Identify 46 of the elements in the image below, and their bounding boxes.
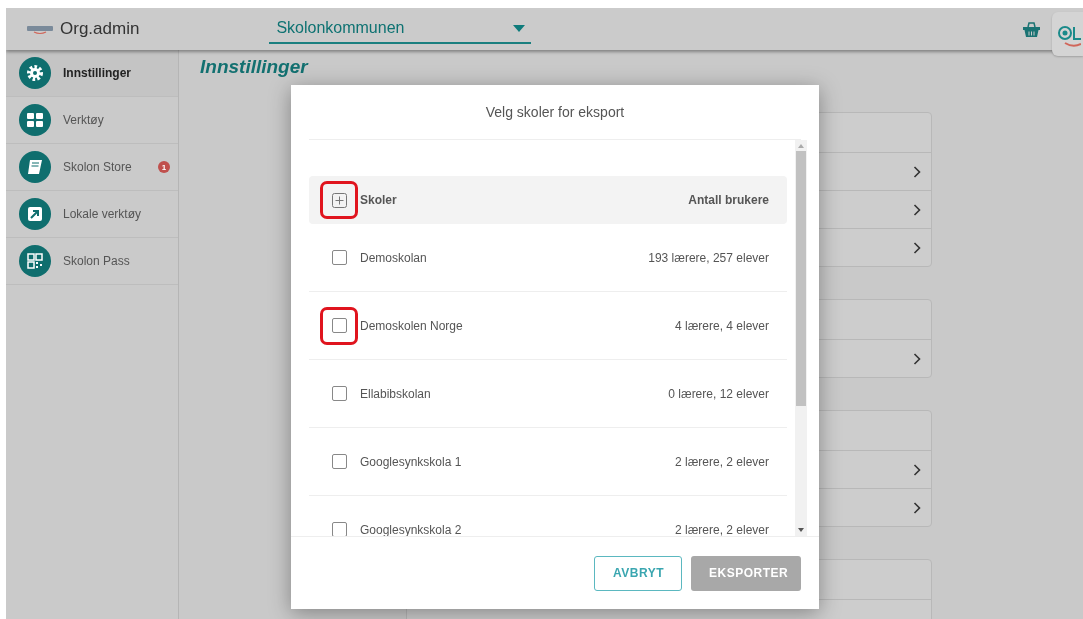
caret-icon (513, 24, 526, 32)
chevron-right-icon[interactable] (913, 241, 921, 254)
page-title: Innstillinger (200, 56, 310, 78)
chevron-right-icon[interactable] (913, 352, 921, 365)
cancel-button[interactable]: AVBRYT (594, 555, 682, 591)
scrollbar[interactable] (795, 140, 807, 536)
sidebar-item[interactable]: Innstillinger (6, 50, 178, 97)
column-header: Skoler (360, 193, 397, 207)
dialog-title: Velg skoler for eksport (309, 85, 801, 140)
sidebar-item[interactable]: Lokale verktøy (6, 191, 178, 238)
table-cell: 2 lærere, 2 elever (674, 522, 769, 536)
sidebar-item[interactable]: Skolon Pass (6, 238, 178, 285)
organization-dropdown[interactable]: Skolonkommunen (269, 14, 532, 44)
checkbox[interactable] (331, 522, 347, 536)
table-cell: 4 lærere, 4 elever (674, 318, 769, 333)
sidebar-item[interactable]: Skolon Store 1 (6, 144, 178, 191)
table-cell: 2 lærere, 2 elever (674, 454, 769, 469)
book-icon (19, 151, 51, 183)
sidebar-item[interactable]: Verktøy (6, 97, 178, 144)
table-cell: 0 lærere, 12 elever (668, 386, 769, 401)
app-title: Org.admin (60, 19, 140, 39)
checkbox[interactable] (331, 250, 347, 265)
scroll-up-arrow-icon[interactable] (798, 144, 804, 148)
table-cell: Ellabibskolan (360, 386, 431, 401)
checkbox[interactable] (331, 318, 347, 333)
logo-icon (26, 23, 54, 35)
grid-icon (19, 104, 51, 136)
checkbox[interactable] (331, 386, 347, 401)
table-cell: Googlesynkskola 1 (360, 454, 462, 469)
table-cell: Googlesynkskola 2 (360, 522, 462, 536)
qr-code-icon (19, 245, 51, 277)
table-cell: Demoskolen Norge (360, 318, 463, 333)
expand-icon[interactable] (331, 192, 347, 208)
face-logo-icon[interactable] (1052, 12, 1083, 56)
notification-badge: 1 (158, 161, 170, 173)
chevron-right-icon[interactable] (913, 165, 921, 178)
scroll-down-arrow-icon[interactable] (798, 528, 804, 532)
checkbox[interactable] (331, 454, 347, 469)
chevron-right-icon[interactable] (913, 501, 921, 514)
chevron-right-icon[interactable] (913, 203, 921, 216)
chevron-right-icon[interactable] (913, 463, 921, 476)
column-header: Antall brukere (688, 193, 769, 207)
table-cell: 193 lærere, 257 elever (648, 250, 769, 265)
gear-icon (19, 57, 51, 89)
basket-icon[interactable] (1023, 21, 1040, 37)
table-cell: Demoskolan (360, 250, 427, 265)
